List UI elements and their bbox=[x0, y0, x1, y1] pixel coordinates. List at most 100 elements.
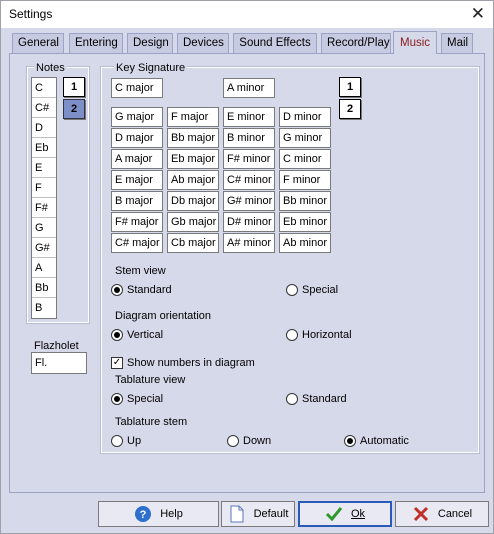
key-minor[interactable]: B minor bbox=[223, 128, 275, 148]
key-minor[interactable]: E minor bbox=[223, 107, 275, 127]
key-major[interactable]: C# major bbox=[111, 233, 163, 253]
key-major[interactable]: B major bbox=[111, 191, 163, 211]
key-c-major[interactable]: C major bbox=[111, 78, 163, 98]
tab-entering[interactable]: Entering bbox=[69, 33, 123, 53]
flazholet-input[interactable]: Fl. bbox=[31, 352, 87, 374]
checkbox-label: Show numbers in diagram bbox=[127, 357, 255, 369]
key-minor[interactable]: F minor bbox=[279, 170, 331, 190]
tab-record-play[interactable]: Record/Play bbox=[321, 33, 391, 53]
radio-label: Special bbox=[127, 393, 164, 405]
key-minor[interactable]: D minor bbox=[279, 107, 331, 127]
key-major[interactable]: G major bbox=[111, 107, 163, 127]
radio-dot bbox=[344, 435, 356, 447]
radio-dot bbox=[111, 329, 123, 341]
title-bar: Settings ✕ bbox=[1, 1, 493, 28]
note-item[interactable]: Eb bbox=[32, 138, 56, 158]
radio-label: Down bbox=[243, 435, 272, 447]
note-item[interactable]: Bb bbox=[32, 278, 56, 298]
stem-view-standard-radio[interactable]: Standard bbox=[111, 284, 172, 296]
radio-label: Special bbox=[302, 284, 339, 296]
key-minor[interactable]: G# minor bbox=[223, 191, 275, 211]
svg-text:?: ? bbox=[140, 509, 147, 521]
key-signature-label: Key Signature bbox=[114, 62, 188, 74]
key-minor[interactable]: A# minor bbox=[223, 233, 275, 253]
orientation-horizontal-radio[interactable]: Horizontal bbox=[286, 329, 352, 341]
help-button[interactable]: ? Help bbox=[98, 501, 219, 527]
key-a-minor[interactable]: A minor bbox=[223, 78, 275, 98]
note-item[interactable]: G bbox=[32, 218, 56, 238]
key-major[interactable]: Bb major bbox=[167, 128, 219, 148]
radio-dot bbox=[111, 393, 123, 405]
default-label: Default bbox=[253, 508, 289, 520]
key-minor[interactable]: D# minor bbox=[223, 212, 275, 232]
key-major[interactable]: D major bbox=[111, 128, 163, 148]
flazholet-label: Flazholet bbox=[34, 340, 79, 352]
key-minor[interactable]: C# minor bbox=[223, 170, 275, 190]
key-major[interactable]: A major bbox=[111, 149, 163, 169]
window-title: Settings bbox=[9, 7, 53, 21]
default-button[interactable]: Default bbox=[221, 501, 295, 527]
note-item[interactable]: D bbox=[32, 118, 56, 138]
tablature-stem-up-radio[interactable]: Up bbox=[111, 435, 141, 447]
tablature-stem-automatic-radio[interactable]: Automatic bbox=[344, 435, 409, 447]
note-item[interactable]: A bbox=[32, 258, 56, 278]
key-button-1[interactable]: 1 bbox=[339, 77, 361, 97]
tab-devices[interactable]: Devices bbox=[177, 33, 229, 53]
tab-mail[interactable]: Mail bbox=[441, 33, 473, 53]
ok-button[interactable]: Ok bbox=[298, 501, 392, 527]
notes-button-1[interactable]: 1 bbox=[63, 77, 85, 97]
key-minor[interactable]: Bb minor bbox=[279, 191, 331, 211]
radio-dot bbox=[286, 284, 298, 296]
radio-label: Standard bbox=[302, 393, 347, 405]
tablature-stem-down-radio[interactable]: Down bbox=[227, 435, 271, 447]
key-minor[interactable]: G minor bbox=[279, 128, 331, 148]
stem-view-special-radio[interactable]: Special bbox=[286, 284, 338, 296]
radio-label: Horizontal bbox=[302, 329, 352, 341]
radio-label: Automatic bbox=[360, 435, 409, 447]
key-minor[interactable]: Ab minor bbox=[279, 233, 331, 253]
key-major[interactable]: Ab major bbox=[167, 170, 219, 190]
key-major[interactable]: Gb major bbox=[167, 212, 219, 232]
note-item[interactable]: B bbox=[32, 298, 56, 318]
key-minor[interactable]: C minor bbox=[279, 149, 331, 169]
orientation-vertical-radio[interactable]: Vertical bbox=[111, 329, 163, 341]
tab-design[interactable]: Design bbox=[127, 33, 173, 53]
key-major[interactable]: Db major bbox=[167, 191, 219, 211]
radio-label: Standard bbox=[127, 284, 172, 296]
tab-music[interactable]: Music bbox=[393, 31, 437, 54]
radio-dot bbox=[286, 329, 298, 341]
show-numbers-checkbox[interactable]: ✓ Show numbers in diagram bbox=[111, 357, 255, 369]
key-major[interactable]: F# major bbox=[111, 212, 163, 232]
tablature-view-label: Tablature view bbox=[115, 374, 186, 386]
notes-button-2[interactable]: 2 bbox=[63, 99, 85, 119]
stem-view-label: Stem view bbox=[115, 265, 166, 277]
note-item[interactable]: E bbox=[32, 158, 56, 178]
notes-list: C C# D Eb E F F# G G# A Bb B bbox=[31, 77, 57, 319]
radio-label: Vertical bbox=[127, 329, 164, 341]
help-label: Help bbox=[160, 508, 183, 520]
note-item[interactable]: C bbox=[32, 78, 56, 98]
key-major[interactable]: F major bbox=[167, 107, 219, 127]
note-item[interactable]: F# bbox=[32, 198, 56, 218]
note-item[interactable]: F bbox=[32, 178, 56, 198]
key-minor[interactable]: Eb minor bbox=[279, 212, 331, 232]
key-minor[interactable]: F# minor bbox=[223, 149, 275, 169]
close-icon[interactable]: ✕ bbox=[471, 4, 485, 24]
checkmark-icon bbox=[325, 505, 343, 523]
key-button-2[interactable]: 2 bbox=[339, 99, 361, 119]
note-item[interactable]: C# bbox=[32, 98, 56, 118]
tablature-view-special-radio[interactable]: Special bbox=[111, 393, 163, 405]
tablature-view-standard-radio[interactable]: Standard bbox=[286, 393, 347, 405]
cancel-label: Cancel bbox=[437, 508, 473, 520]
note-item[interactable]: G# bbox=[32, 238, 56, 258]
key-major[interactable]: E major bbox=[111, 170, 163, 190]
settings-window: Settings ✕ General Entering Design Devic… bbox=[0, 0, 494, 534]
radio-label: Up bbox=[127, 435, 142, 447]
document-icon bbox=[228, 505, 246, 523]
tab-general[interactable]: General bbox=[12, 33, 64, 53]
key-major[interactable]: Eb major bbox=[167, 149, 219, 169]
key-major[interactable]: Cb major bbox=[167, 233, 219, 253]
tab-sound-effects[interactable]: Sound Effects bbox=[233, 33, 317, 53]
checkmark-icon: ✓ bbox=[111, 357, 123, 369]
cancel-button[interactable]: Cancel bbox=[395, 501, 489, 527]
